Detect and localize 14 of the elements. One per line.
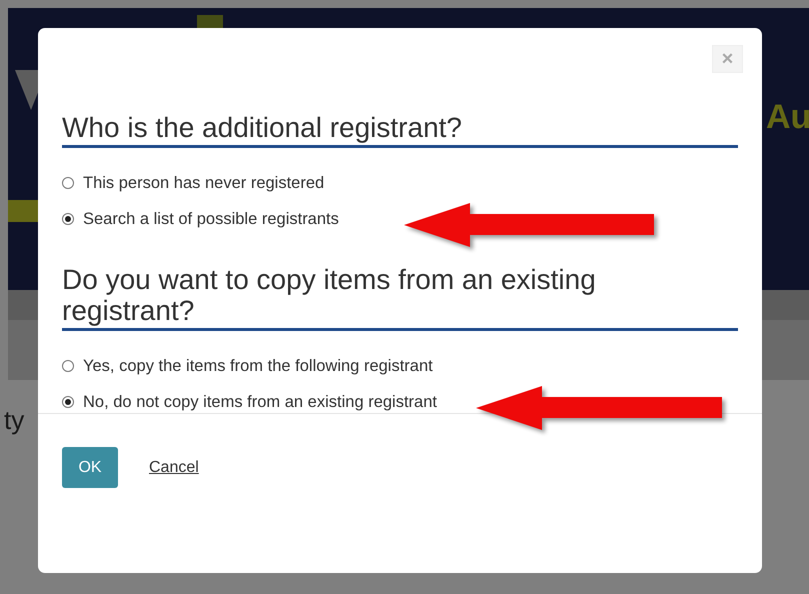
cancel-link[interactable]: Cancel	[149, 458, 199, 476]
radio-button[interactable]	[62, 396, 74, 408]
option-label[interactable]: No, do not copy items from an existing registrant	[83, 392, 437, 412]
radio-button[interactable]	[62, 360, 74, 372]
radio-button[interactable]	[62, 213, 74, 225]
ok-button[interactable]: OK	[62, 447, 118, 488]
page-text: ty	[4, 405, 24, 436]
header-text: Au	[766, 98, 809, 137]
option-label[interactable]: This person has never registered	[83, 174, 324, 192]
section-heading: Do you want to copy items from an existing registrant?	[62, 264, 738, 331]
option-label[interactable]: Yes, copy the items from the following registrant	[83, 356, 433, 376]
radio-button[interactable]	[62, 177, 74, 189]
option-label[interactable]: Search a list of possible registrants	[83, 210, 339, 228]
section-heading: Who is the additional registrant?	[62, 112, 738, 148]
